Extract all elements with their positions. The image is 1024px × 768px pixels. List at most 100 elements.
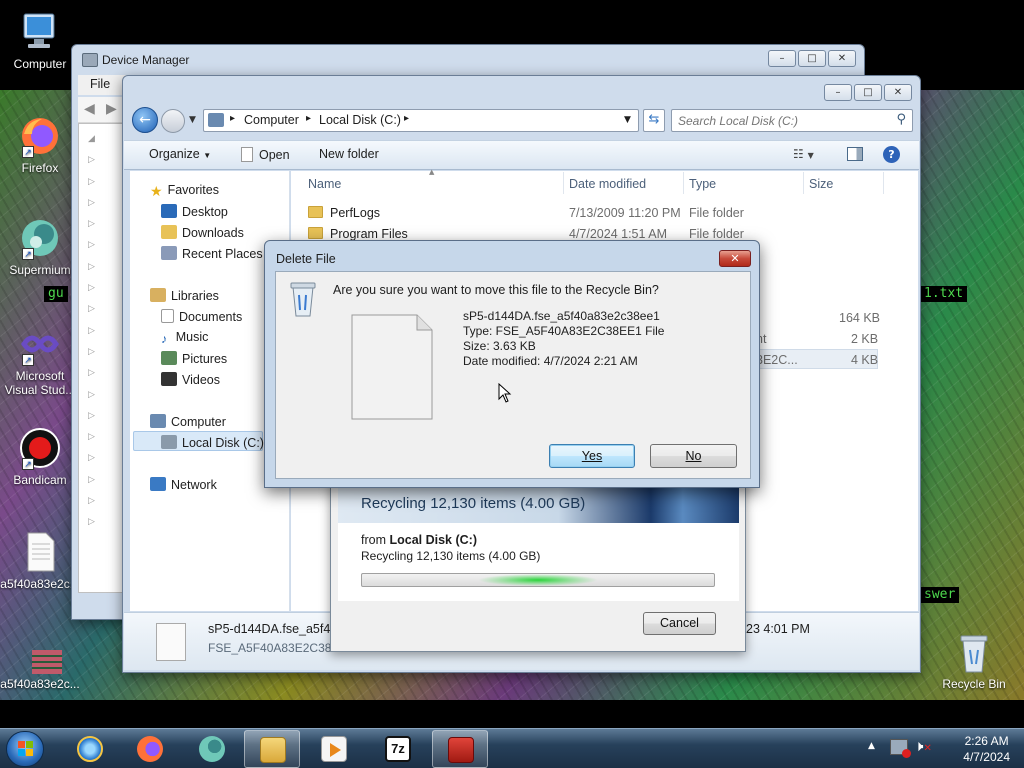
recycling-progress-dialog[interactable]: Recycling 12,130 items (4.00 GB) from Lo… <box>330 480 746 652</box>
column-divider <box>683 172 684 194</box>
desktop-icon-visual-studio[interactable]: ↗ Microsoft Visual Stud... <box>0 322 80 397</box>
firefox-icon: ↗ <box>18 114 62 158</box>
open-button[interactable]: Open <box>241 147 290 162</box>
supermium-icon: ↗ <box>18 216 62 260</box>
nav-recent-places[interactable]: Recent Places <box>161 246 263 261</box>
taskbar-media-player[interactable] <box>306 730 362 768</box>
maximize-button[interactable]: □ <box>798 50 826 67</box>
column-divider <box>883 172 884 194</box>
nav-computer[interactable]: Computer <box>150 414 226 429</box>
nav-libraries[interactable]: Libraries <box>150 288 219 303</box>
search-box[interactable]: ⚲ <box>671 109 913 132</box>
volume-icon[interactable]: 🕨✕ <box>914 737 932 755</box>
recycling-from: from Local Disk (C:) <box>361 533 477 547</box>
clock-date: 4/7/2024 <box>963 750 1010 764</box>
nav-pictures[interactable]: Pictures <box>161 351 227 366</box>
help-icon[interactable]: ? <box>883 146 900 163</box>
organize-button[interactable]: Organize ▼ <box>149 147 211 161</box>
desktop-icon-file-2[interactable]: a5f40a83e2c... <box>0 650 80 691</box>
file-row-program-files[interactable]: Program Files <box>308 227 408 241</box>
column-divider <box>803 172 804 194</box>
desktop-icon-recycle-bin[interactable]: Recycle Bin <box>934 630 1014 691</box>
search-input[interactable] <box>678 112 878 129</box>
breadcrumb-separator: ▸ <box>404 113 410 124</box>
close-button[interactable]: ✕ <box>884 84 912 101</box>
dialog-question: Are you sure you want to move this file … <box>333 283 659 297</box>
desktop-icon-file[interactable]: a5f40a83e2c... <box>0 530 80 591</box>
nav-documents[interactable]: Documents <box>161 309 242 324</box>
device-tree-expanders: ◢ ▷ ▷ ▷ ▷ ▷ ▷ ▷ ▷ ▷ ▷ ▷ ▷ ▷ ▷ ▷ ▷ ▷ ▷ <box>88 134 95 528</box>
taskbar-supermium[interactable] <box>184 730 240 768</box>
nav-desktop[interactable]: Desktop <box>161 204 228 219</box>
desktop-icon-label: Recycle Bin <box>942 677 1006 691</box>
preview-pane-icon[interactable] <box>847 147 863 161</box>
recent-places-icon <box>161 246 177 260</box>
breadcrumb-computer[interactable]: Computer <box>244 113 299 127</box>
nav-favorites[interactable]: ★ Favorites <box>150 183 219 199</box>
file-date-modified: Date modified: 4/7/2024 2:21 AM <box>463 354 638 368</box>
close-button[interactable]: ✕ <box>828 50 856 67</box>
taskbar-firefox[interactable] <box>122 730 178 768</box>
yes-button[interactable]: Yes <box>549 444 635 468</box>
back-button[interactable]: ← <box>132 107 158 133</box>
7zip-icon: 7z <box>385 736 411 762</box>
taskbar-device-manager[interactable] <box>432 730 488 768</box>
desktop-icon-label: Firefox <box>21 161 59 175</box>
taskbar-internet-explorer[interactable] <box>62 730 118 768</box>
breadcrumb-separator: ▸ <box>230 113 236 124</box>
column-size[interactable]: Size <box>809 177 833 191</box>
desktop-icon-supermium[interactable]: ↗ Supermium <box>0 216 80 277</box>
nav-videos[interactable]: Videos <box>161 372 220 387</box>
refresh-button[interactable]: ⇆ <box>643 109 665 132</box>
column-name[interactable]: Name <box>308 177 341 191</box>
file-type: Type: FSE_A5F40A83E2C38EE1 File <box>463 324 665 338</box>
close-button[interactable]: ✕ <box>719 250 751 267</box>
menu-file[interactable]: File <box>90 77 110 91</box>
show-hidden-icons[interactable]: ▲ <box>868 741 875 751</box>
cancel-button[interactable]: Cancel <box>643 612 716 635</box>
file-row-perflogs[interactable]: PerfLogs <box>308 206 380 220</box>
supermium-icon <box>199 736 225 762</box>
file-type: File folder <box>689 227 744 241</box>
nav-downloads[interactable]: Downloads <box>161 225 244 240</box>
search-icon[interactable]: ⚲ <box>896 112 906 127</box>
document-icon <box>241 147 253 162</box>
windows-logo-icon <box>18 741 33 756</box>
terminal-fragment: gu <box>44 286 68 302</box>
start-button[interactable] <box>6 731 44 767</box>
downloads-icon <box>161 225 177 239</box>
column-date-modified[interactable]: Date modified <box>569 177 646 191</box>
music-icon: ♪ <box>161 332 168 346</box>
address-bar[interactable]: ▸ Computer ▸ Local Disk (C:) ▸ ▼ <box>203 109 639 132</box>
minimize-button[interactable]: – <box>768 50 796 67</box>
network-icon[interactable] <box>890 739 911 758</box>
column-type[interactable]: Type <box>689 177 716 191</box>
address-dropdown-icon[interactable]: ▼ <box>624 115 631 125</box>
minimize-button[interactable]: – <box>824 84 852 101</box>
maximize-button[interactable]: □ <box>854 84 882 101</box>
breadcrumb-local-disk[interactable]: Local Disk (C:) <box>319 113 401 127</box>
view-options-icon[interactable]: ☷ ▼ <box>793 147 814 161</box>
folder-icon <box>308 227 323 239</box>
new-folder-button[interactable]: New folder <box>319 147 379 161</box>
desktop-icon-firefox[interactable]: ↗ Firefox <box>0 114 80 175</box>
taskbar-explorer[interactable] <box>244 730 300 768</box>
folder-icon <box>308 206 323 218</box>
taskbar-7zip[interactable]: 7z <box>370 730 426 768</box>
delete-file-dialog[interactable]: Delete File ✕ Are you sure you want to m… <box>264 240 760 488</box>
bandicam-icon: ↗ <box>18 426 62 470</box>
system-clock[interactable]: 2:26 AM 4/7/2024 <box>963 733 1010 765</box>
drive-icon <box>161 435 177 449</box>
taskbar: 7z ▲ 🕨✕ 2:26 AM 4/7/2024 <box>0 728 1024 768</box>
desktop-icon-bandicam[interactable]: ↗ Bandicam <box>0 426 80 487</box>
forward-arrow-icon[interactable]: ▶ <box>106 101 117 117</box>
computer-icon <box>208 113 224 127</box>
nav-music[interactable]: ♪ Music <box>161 330 208 346</box>
forward-button[interactable] <box>161 109 185 133</box>
recycling-status: Recycling 12,130 items (4.00 GB) <box>361 549 541 563</box>
desktop-icon-computer[interactable]: Computer <box>0 10 80 71</box>
history-dropdown-icon[interactable]: ▼ <box>189 115 196 125</box>
no-button[interactable]: No <box>650 444 737 468</box>
nav-network[interactable]: Network <box>150 477 217 492</box>
back-arrow-icon[interactable]: ◀ <box>84 101 95 117</box>
